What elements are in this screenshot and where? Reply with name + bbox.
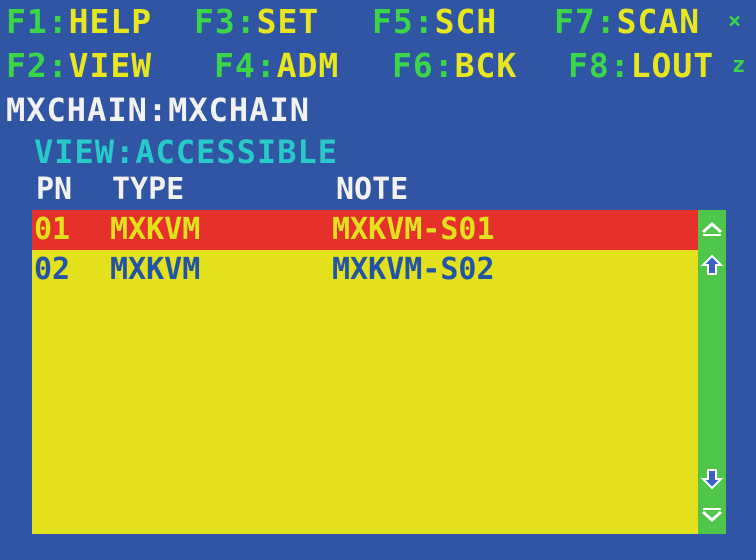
port-number: 02 <box>34 252 71 287</box>
view-mode-label: VIEW:ACCESSIBLE <box>34 133 338 171</box>
hotkey-label: SET <box>256 2 320 41</box>
hotkey-separator: : <box>255 46 277 85</box>
close-icon[interactable]: × <box>728 0 741 44</box>
hotkey-key: F5 <box>372 2 414 41</box>
hotkey-label: LOUT <box>630 46 715 85</box>
arrow-down-icon[interactable] <box>698 466 726 492</box>
port-list: 01 MXKVM MXKVM-S01 02 MXKVM MXKVM-S02 <box>32 210 698 534</box>
hotkey-key: F2 <box>6 46 48 85</box>
hotkey-separator: : <box>47 2 69 41</box>
list-item[interactable]: 02 MXKVM MXKVM-S02 <box>32 250 698 290</box>
column-header-pn: PN <box>36 172 73 207</box>
hotkey-f2-view[interactable]: F2:VIEW <box>6 44 152 88</box>
hotkey-separator: : <box>47 46 69 85</box>
page-title: MXCHAIN:MXCHAIN <box>6 91 310 129</box>
hotkey-separator: : <box>235 2 257 41</box>
chevron-up-icon[interactable] <box>698 216 726 242</box>
hotkey-f7-scan[interactable]: F7:SCAN <box>554 0 700 44</box>
scrollbar[interactable] <box>698 210 726 534</box>
hotkey-label: BCK <box>454 46 518 85</box>
hotkey-label: VIEW <box>68 46 153 85</box>
hotkey-label: SCH <box>434 2 498 41</box>
hotkey-key: F4 <box>214 46 256 85</box>
hotkey-label: SCAN <box>616 2 701 41</box>
hotkey-f3-set[interactable]: F3:SET <box>194 0 319 44</box>
hotkey-f6-bck[interactable]: F6:BCK <box>392 44 517 88</box>
hotkey-separator: : <box>609 46 631 85</box>
sleep-icon: z <box>732 53 746 78</box>
hotkey-separator: : <box>595 2 617 41</box>
arrow-up-icon[interactable] <box>698 252 726 278</box>
hotkey-label: ADM <box>276 46 340 85</box>
port-type: MXKVM <box>110 252 201 287</box>
hotkey-key: F7 <box>554 2 596 41</box>
hotkey-f4-adm[interactable]: F4:ADM <box>214 44 339 88</box>
hotkey-f5-sch[interactable]: F5:SCH <box>372 0 497 44</box>
hotkey-f1-help[interactable]: F1:HELP <box>6 0 152 44</box>
port-note: MXKVM-S01 <box>332 212 495 247</box>
chevron-down-icon[interactable] <box>698 502 726 528</box>
hotkey-key: F1 <box>6 2 48 41</box>
hotkey-f8-lout[interactable]: F8:LOUT <box>568 44 714 88</box>
hotkey-key: F6 <box>392 46 434 85</box>
list-item[interactable]: 01 MXKVM MXKVM-S01 <box>32 210 698 250</box>
column-header-note: NOTE <box>336 172 409 207</box>
hotkey-label: HELP <box>68 2 153 41</box>
osd-screen: F1:HELP F3:SET F5:SCH F7:SCAN × F2:VIEW … <box>0 0 756 560</box>
hotkey-separator: : <box>433 46 455 85</box>
hotkey-separator: : <box>413 2 435 41</box>
hotkey-row-1: F1:HELP F3:SET F5:SCH F7:SCAN <box>6 0 750 44</box>
port-number: 01 <box>34 212 71 247</box>
port-type: MXKVM <box>110 212 201 247</box>
column-header-type: TYPE <box>112 172 185 207</box>
hotkey-key: F3 <box>194 2 236 41</box>
hotkey-row-2: F2:VIEW F4:ADM F6:BCK F8:LOUT <box>6 44 750 88</box>
hotkey-key: F8 <box>568 46 610 85</box>
port-note: MXKVM-S02 <box>332 252 495 287</box>
